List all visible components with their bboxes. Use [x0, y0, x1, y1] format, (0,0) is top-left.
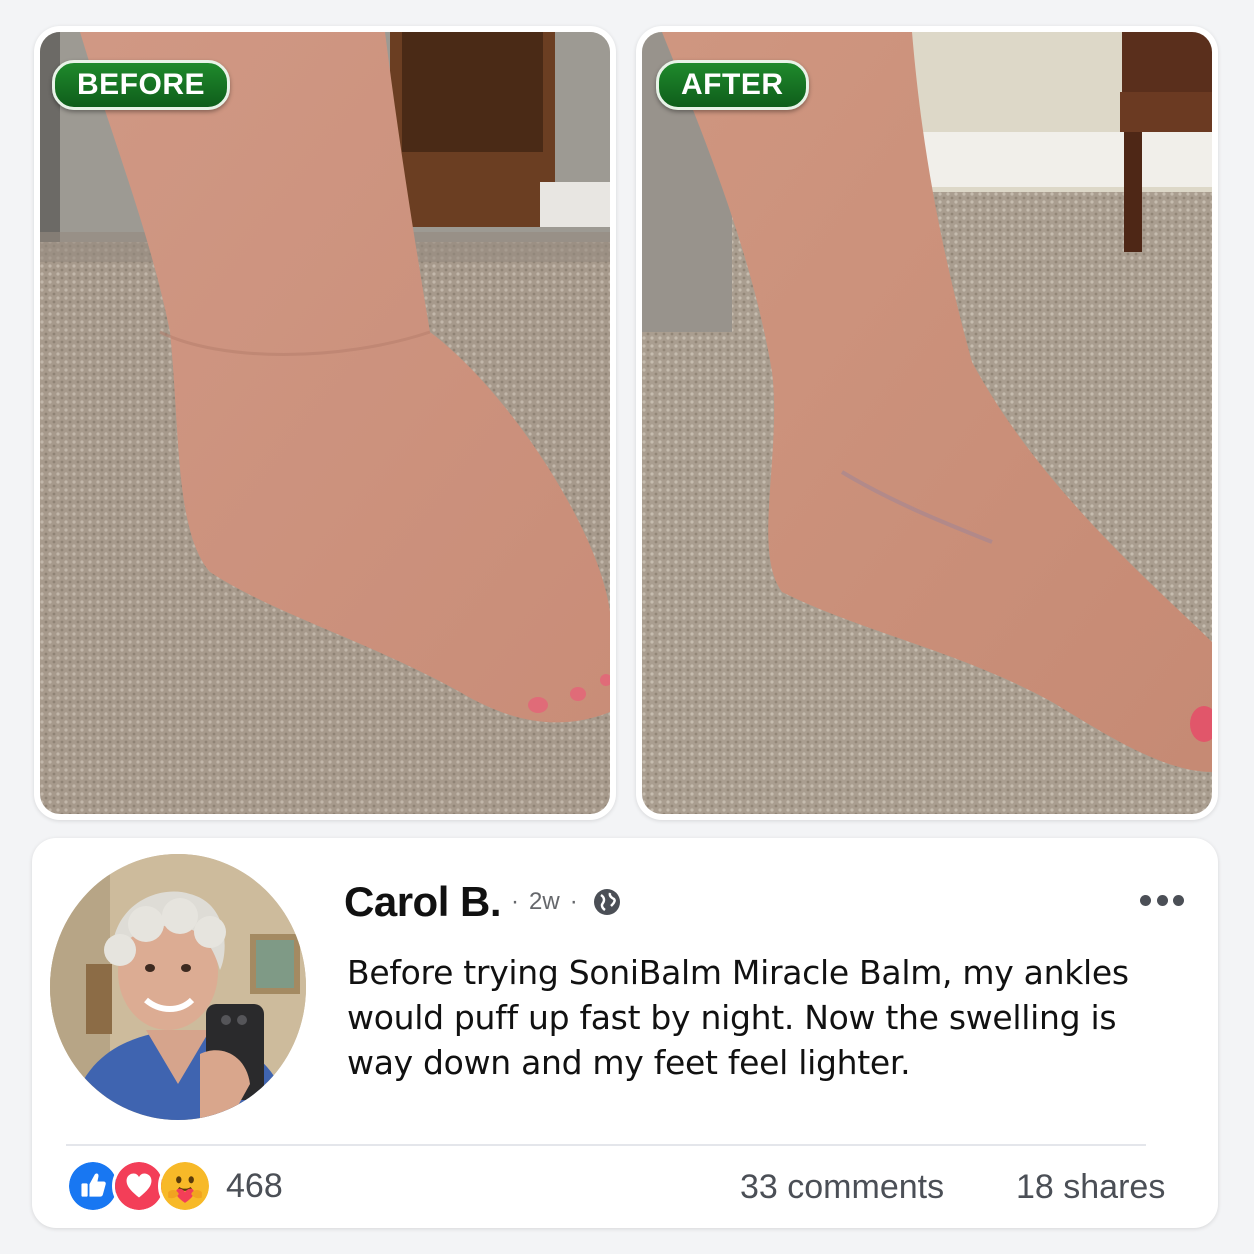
shares-count[interactable]: 18 shares	[1016, 1168, 1165, 1207]
dot-icon	[1156, 894, 1168, 906]
after-photo-card: AFTER	[636, 26, 1218, 820]
divider	[66, 1144, 1146, 1146]
separator: ·	[569, 888, 578, 915]
after-photo-image	[642, 32, 1212, 814]
more-options-icon[interactable]	[1140, 890, 1184, 910]
post-time[interactable]: 2w	[529, 888, 560, 916]
reactions-summary[interactable]: 468	[66, 1158, 283, 1214]
reaction-count: 468	[226, 1166, 283, 1205]
after-label: AFTER	[656, 60, 809, 110]
post-header: Carol B. · 2w ·	[344, 878, 622, 926]
after-photo	[642, 32, 1212, 814]
comments-count[interactable]: 33 comments	[740, 1168, 944, 1207]
globe-icon	[593, 889, 620, 915]
post-card: Carol B. · 2w · Before trying SoniBalm M…	[32, 838, 1218, 1228]
dot-icon	[1140, 894, 1151, 906]
before-photo	[40, 32, 610, 814]
avatar[interactable]	[50, 854, 306, 1120]
separator: ·	[511, 888, 520, 915]
dot-icon	[1173, 894, 1184, 906]
before-photo-image	[40, 32, 610, 814]
before-label: BEFORE	[52, 60, 231, 110]
post-text: Before trying SoniBalm Miracle Balm, my …	[347, 953, 1129, 1082]
avatar-image	[50, 854, 306, 1120]
before-photo-card: BEFORE	[34, 26, 616, 820]
author-name[interactable]: Carol B.	[344, 878, 502, 926]
care-icon	[158, 1159, 212, 1213]
